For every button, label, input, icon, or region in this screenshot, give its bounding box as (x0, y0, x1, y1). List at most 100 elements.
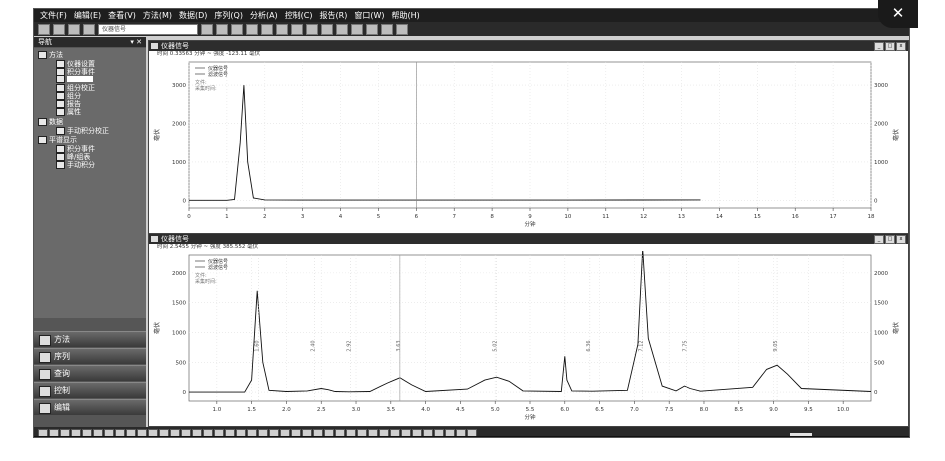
x-tick-label: 9.0 (769, 407, 778, 413)
x-tick-label: 6.0 (560, 407, 569, 413)
x-tick-label: 5.5 (526, 407, 535, 413)
menu-view[interactable]: 查看(V) (108, 10, 136, 21)
tree-node-properties[interactable]: 属性 (56, 107, 81, 117)
close-button[interactable]: x (896, 42, 906, 51)
stop-icon[interactable] (366, 23, 378, 35)
x-axis-label: 分钟 (524, 413, 536, 421)
y-axis-label-right: 毫伏 (892, 322, 900, 334)
x-tick-label: 3.0 (352, 407, 361, 413)
x-tick-label: 3.5 (386, 407, 395, 413)
menu-method[interactable]: 方法(M) (143, 10, 172, 21)
close-icon[interactable]: ✕ (878, 0, 918, 28)
tree-node-selected[interactable] (56, 75, 93, 83)
status-bar (34, 436, 909, 437)
maximize-button[interactable]: □ (885, 235, 895, 244)
nav-button-method[interactable]: 方法 (34, 331, 146, 347)
y-axis-label-left: 毫伏 (153, 322, 161, 334)
chart-area[interactable]: 1.0 1.5 2.0 2.5 3.0 3.5 4.0 4.5 5.0 5.5 6.0 6.5 7.0 7… (149, 251, 906, 423)
settings-icon[interactable] (381, 23, 393, 35)
menu-control[interactable]: 控制(C) (285, 10, 313, 21)
tree-node-manual-integration[interactable]: 手动积分 (56, 160, 95, 170)
copy-icon[interactable] (216, 23, 228, 35)
chart-icon[interactable] (261, 23, 273, 35)
sequence-icon (39, 352, 51, 363)
legend-info: 文件: (195, 79, 207, 86)
chromatogram-pane-top: 仪器信号 _ □ x 时间 0.33563 分钟 ~ 强度 -123.11 毫伏… (148, 40, 909, 234)
signal-select[interactable]: 仪器信号 (98, 23, 198, 35)
minimize-button[interactable]: _ (874, 235, 884, 244)
print-icon[interactable] (83, 23, 95, 35)
manual-icon (56, 127, 65, 135)
y-tick-label-right: 1000 (874, 330, 888, 336)
menu-report[interactable]: 报告(R) (320, 10, 348, 21)
x-tick-label: 13 (678, 214, 685, 220)
x-tick-label: 11 (602, 214, 609, 220)
nav-button-control[interactable]: 控制 (34, 382, 146, 398)
nav-button-edit[interactable]: 编辑 (34, 399, 146, 415)
y-tick-label-right: 500 (874, 360, 885, 366)
open-icon[interactable] (53, 23, 65, 35)
x-tick-label: 2 (263, 214, 267, 220)
y-tick-label-right: 2000 (874, 121, 888, 127)
x-tick-label: 12 (640, 214, 647, 220)
nav-button-query[interactable]: 查询 (34, 365, 146, 381)
peak-label: 6.36 (586, 340, 592, 351)
new-icon[interactable] (38, 23, 50, 35)
x-tick-label: 10 (564, 214, 571, 220)
legend-label: 滤波信号 (208, 71, 228, 78)
toolbar: 仪器信号 (34, 22, 909, 36)
x-tick-label: 3 (301, 214, 305, 220)
zoom-icon[interactable] (291, 23, 303, 35)
app-window: 文件(F) 编辑(E) 查看(V) 方法(M) 数据(D) 序列(Q) 分析(A… (33, 8, 910, 438)
nav-button-sequence[interactable]: 序列 (34, 348, 146, 364)
minimize-button[interactable]: _ (874, 42, 884, 51)
nav-panel-header: 导航 ▾ ✕ (34, 37, 146, 47)
cut-icon[interactable] (201, 23, 213, 35)
legend-info: 采集时间: (195, 85, 217, 92)
menu-analysis[interactable]: 分析(A) (250, 10, 278, 21)
layout-icon[interactable] (306, 23, 318, 35)
navigation-tree: 方法 仪器设置 积分事件 组分校正 组分 报告 属性 数据 手动积分校正 平谱显… (34, 48, 146, 318)
chromatogram-chart-bottom[interactable]: 1.0 1.5 2.0 2.5 3.0 3.5 4.0 4.5 5.0 5.5 6.0 6.5 7.0 7… (149, 251, 906, 423)
chromatogram-chart-top[interactable]: 0 1 2 3 4 5 6 7 8 9 10 11 12 13 14 15 16 17 18分钟0 01000 1000… (149, 58, 906, 230)
edit-icon (39, 403, 51, 414)
menu-sequence[interactable]: 序列(Q) (214, 10, 243, 21)
menu-help[interactable]: 帮助(H) (391, 10, 419, 21)
x-tick-label: 9.5 (804, 407, 813, 413)
menu-window[interactable]: 窗口(W) (354, 10, 384, 21)
x-tick-label: 4.5 (456, 407, 465, 413)
table-icon[interactable] (246, 23, 258, 35)
maximize-button[interactable]: □ (885, 42, 895, 51)
x-tick-label: 10.0 (837, 407, 850, 413)
x-tick-label: 6 (415, 214, 419, 220)
peak-label: 3.63 (396, 340, 402, 351)
y-tick-label-right: 3000 (874, 83, 888, 89)
x-tick-label: 7.5 (665, 407, 674, 413)
run-icon[interactable] (351, 23, 363, 35)
x-tick-label: 5 (377, 214, 381, 220)
grid-icon[interactable] (321, 23, 333, 35)
menu-data[interactable]: 数据(D) (179, 10, 207, 21)
integrate-icon[interactable] (276, 23, 288, 35)
menu-file[interactable]: 文件(F) (40, 10, 67, 21)
save-icon[interactable] (68, 23, 80, 35)
help-icon[interactable] (396, 23, 408, 35)
menu-edit[interactable]: 编辑(E) (74, 10, 101, 21)
peak-label: 7.75 (683, 340, 689, 351)
x-tick-label: 17 (830, 214, 837, 220)
x-axis-label: 分钟 (524, 220, 536, 228)
x-tick-label: 4.0 (421, 407, 430, 413)
x-tick-label: 2.5 (317, 407, 326, 413)
x-tick-label: 8.5 (734, 407, 743, 413)
chart-area[interactable]: 0 1 2 3 4 5 6 7 8 9 10 11 12 13 14 15 16 17 18 分钟 0 0 1000 1000… (149, 58, 906, 230)
pin-icon[interactable]: ▾ ✕ (130, 37, 142, 47)
x-tick-label: 4 (339, 214, 343, 220)
y-tick-label-left: 1500 (172, 301, 186, 307)
y-tick-label-right: 2000 (874, 271, 888, 277)
close-button[interactable]: x (896, 235, 906, 244)
x-tick-label: 0 (187, 214, 191, 220)
paste-icon[interactable] (231, 23, 243, 35)
x-tick-label: 16 (792, 214, 799, 220)
report-icon[interactable] (336, 23, 348, 35)
x-tick-label: 18 (868, 214, 875, 220)
